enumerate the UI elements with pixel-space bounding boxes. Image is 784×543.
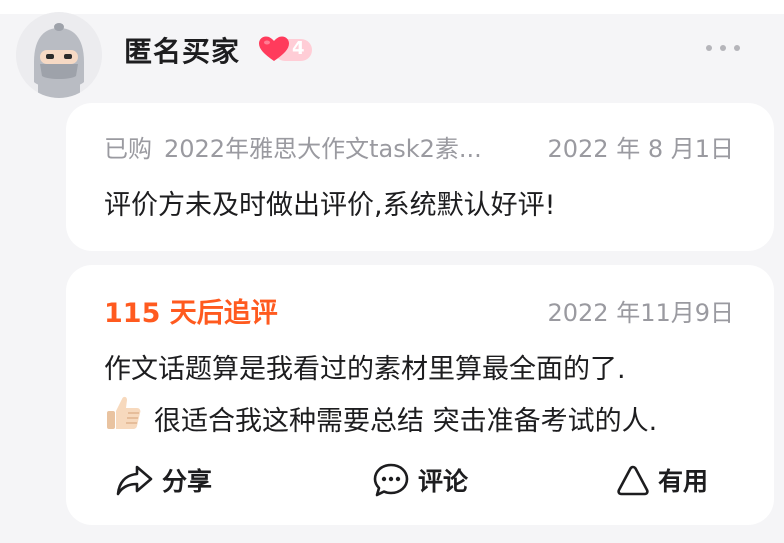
ninja-avatar-icon [16,12,102,98]
review-page: 匿名买家 4 已购 2022年雅思大作文task2素... 2022 年 8 月1… [0,0,784,543]
useful-triangle-icon [617,465,649,496]
useful-button[interactable]: 有用 [616,460,708,500]
more-options-button[interactable] [706,38,740,58]
product-title: 2022年雅思大作文task2素... [164,135,482,163]
avatar[interactable] [16,12,102,98]
comment-label: 评论 [418,467,469,496]
top-strip [0,0,784,14]
comment-icon [373,463,409,497]
heart-icon [259,36,289,61]
initial-review-card: 已购 2022年雅思大作文task2素... 2022 年 8 月1日 评价方未及… [66,103,774,251]
more-dot-icon [706,45,712,51]
followup-date: 2022 年11月9日 [547,299,734,327]
level-number: 4 [292,38,305,59]
share-icon [116,465,153,496]
more-dot-icon [734,45,740,51]
more-dot-icon [720,45,726,51]
comment-button[interactable]: 评论 [372,460,468,500]
level-badge: 4 [258,35,314,63]
share-label: 分享 [162,467,213,496]
useful-label: 有用 [658,467,709,496]
followup-review-card: 115 天后追评 2022 年11月9日 作文话题算是我看过的素材里算最全面的了… [66,265,774,525]
share-button[interactable]: 分享 [116,460,212,500]
followup-label: 115 天后追评 [104,298,278,329]
thumbs-up-icon [107,396,141,429]
purchased-label: 已购 [104,135,152,163]
followup-text-line1: 作文话题算是我看过的素材里算最全面的了. [104,354,626,385]
followup-text-line2: 很适合我这种需要总结 突击准备考试的人. [154,406,658,437]
purchase-info[interactable]: 已购 2022年雅思大作文task2素... [104,129,528,164]
review-date: 2022 年 8 月1日 [547,135,734,163]
review-text: 评价方未及时做出评价,系统默认好评! [104,190,556,221]
username[interactable]: 匿名买家 [124,30,240,70]
